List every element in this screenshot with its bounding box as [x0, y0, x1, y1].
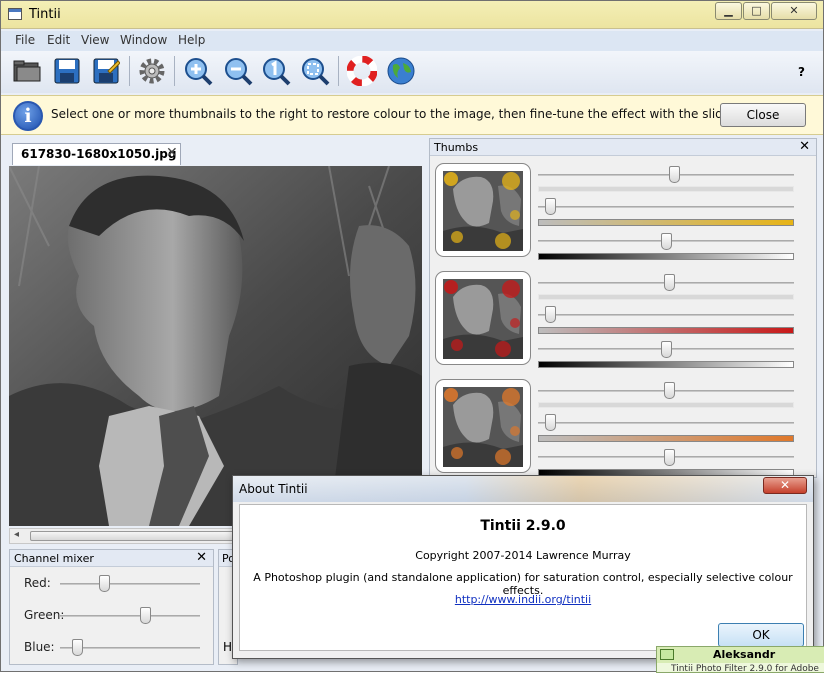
saturation-slider-handle[interactable] — [545, 414, 556, 431]
about-dialog-close-button[interactable]: ✕ — [763, 477, 807, 494]
open-folder-icon[interactable] — [11, 55, 43, 87]
lightness-slider-handle[interactable] — [661, 233, 672, 250]
main-window: Tintii ▁ □ ✕ File Edit View Window Help — [0, 0, 824, 674]
thumbnail-image — [443, 279, 523, 359]
lightness-slider-handle[interactable] — [664, 449, 675, 466]
app-window-icon — [8, 8, 22, 20]
saturation-gradient-bar — [538, 435, 794, 442]
post-processing-label: H — [223, 640, 233, 654]
menu-bar: File Edit View Window Help — [1, 31, 823, 51]
image-canvas[interactable] — [9, 166, 422, 526]
channel-red-slider[interactable] — [99, 575, 110, 592]
notification-popup[interactable]: Aleksandr Tintii Photo Filter 2.9.0 for … — [656, 646, 824, 674]
channel-mixer-header: Channel mixer ✕ — [10, 550, 213, 567]
saturation-slider-handle[interactable] — [545, 306, 556, 323]
hue-range-track — [538, 402, 794, 408]
lightness-gradient-bar — [538, 361, 794, 368]
hue-range-track — [538, 294, 794, 300]
thumbnail-orange[interactable] — [435, 379, 531, 473]
zoom-in-icon[interactable] — [182, 55, 214, 87]
whats-this-help-icon[interactable]: ? — [798, 65, 805, 79]
infobar-close-button[interactable]: Close — [720, 103, 806, 127]
channel-blue-slider[interactable] — [72, 639, 83, 656]
about-heading: Tintii 2.9.0 — [480, 518, 566, 534]
channel-green-label: Green: — [24, 608, 65, 622]
channel-slider-track — [60, 615, 200, 617]
toolbar-separator — [129, 56, 130, 86]
thumbs-panel-title: Thumbs — [434, 141, 479, 154]
thumbnail-yellow[interactable] — [435, 163, 531, 257]
settings-gear-icon[interactable] — [136, 55, 168, 87]
close-window-button[interactable]: ✕ — [771, 2, 817, 20]
about-dialog: About Tintii ✕ Tintii 2.9.0 Copyright 20… — [232, 475, 814, 659]
help-lifebuoy-icon[interactable] — [346, 55, 378, 87]
hue-range-track — [538, 186, 794, 192]
hue-slider-track — [538, 174, 794, 176]
channel-green-slider[interactable] — [140, 607, 151, 624]
menu-window[interactable]: Window — [120, 33, 167, 47]
notification-text: Tintii Photo Filter 2.9.0 for Adobe — [671, 664, 819, 674]
channel-mixer-close-icon[interactable]: ✕ — [196, 550, 207, 565]
menu-help[interactable]: Help — [178, 33, 205, 47]
title-bar[interactable]: Tintii ▁ □ ✕ — [1, 1, 823, 29]
maximize-button[interactable]: □ — [743, 2, 770, 20]
toolbar-separator — [174, 56, 175, 86]
scroll-left-icon[interactable]: ◂ — [14, 529, 19, 540]
about-dialog-title: About Tintii — [239, 482, 308, 496]
ok-button[interactable]: OK — [718, 623, 804, 647]
window-title: Tintii — [29, 7, 61, 22]
hue-slider-handle[interactable] — [669, 166, 680, 183]
notification-sender: Aleksandr — [713, 648, 776, 661]
zoom-actual-size-icon[interactable] — [260, 55, 292, 87]
hue-slider-handle[interactable] — [664, 274, 675, 291]
thumbnail-image — [443, 387, 523, 467]
saturation-gradient-bar — [538, 219, 794, 226]
channel-mixer-title: Channel mixer — [14, 552, 94, 565]
zoom-out-icon[interactable] — [222, 55, 254, 87]
thumbs-panel-close-icon[interactable]: ✕ — [799, 139, 810, 154]
thumbs-panel-header: Thumbs ✕ — [430, 139, 816, 156]
saturation-slider-track — [538, 206, 794, 208]
close-tab-icon[interactable]: ✕ — [166, 145, 178, 161]
saturation-slider-track — [538, 422, 794, 424]
saturation-gradient-bar — [538, 327, 794, 334]
notification-header: Aleksandr — [657, 647, 824, 663]
lightness-gradient-bar — [538, 253, 794, 260]
channel-slider-track — [60, 583, 200, 585]
saturation-slider-track — [538, 314, 794, 316]
menu-view[interactable]: View — [81, 33, 109, 47]
image-tab[interactable]: 617830-1680x1050.jpg ✕ — [12, 143, 181, 165]
info-message: Select one or more thumbnails to the rig… — [51, 107, 746, 121]
website-globe-icon[interactable] — [385, 55, 417, 87]
save-icon[interactable] — [51, 55, 83, 87]
about-dialog-body: Tintii 2.9.0 Copyright 2007-2014 Lawrenc… — [239, 504, 807, 651]
lightness-slider-handle[interactable] — [661, 341, 672, 358]
menu-edit[interactable]: Edit — [47, 33, 70, 47]
toolbar: ? — [1, 51, 823, 93]
about-copyright: Copyright 2007-2014 Lawrence Murray — [415, 549, 631, 562]
saturation-slider-handle[interactable] — [545, 198, 556, 215]
image-tab-label: 617830-1680x1050.jpg — [21, 147, 177, 161]
info-bar: i Select one or more thumbnails to the r… — [1, 95, 823, 135]
save-as-icon[interactable] — [90, 55, 122, 87]
notification-icon — [660, 649, 674, 660]
about-dialog-title-bar[interactable]: About Tintii ✕ — [233, 476, 813, 502]
channel-blue-label: Blue: — [24, 640, 55, 654]
thumbnail-red[interactable] — [435, 271, 531, 365]
minimize-button[interactable]: ▁ — [715, 2, 742, 20]
channel-red-label: Red: — [24, 576, 51, 590]
info-icon: i — [13, 101, 43, 131]
about-website-link[interactable]: http://www.indii.org/tintii — [455, 593, 591, 606]
hue-slider-handle[interactable] — [664, 382, 675, 399]
toolbar-separator — [338, 56, 339, 86]
thumbnail-image — [443, 171, 523, 251]
zoom-fit-icon[interactable] — [299, 55, 331, 87]
menu-file[interactable]: File — [15, 33, 35, 47]
